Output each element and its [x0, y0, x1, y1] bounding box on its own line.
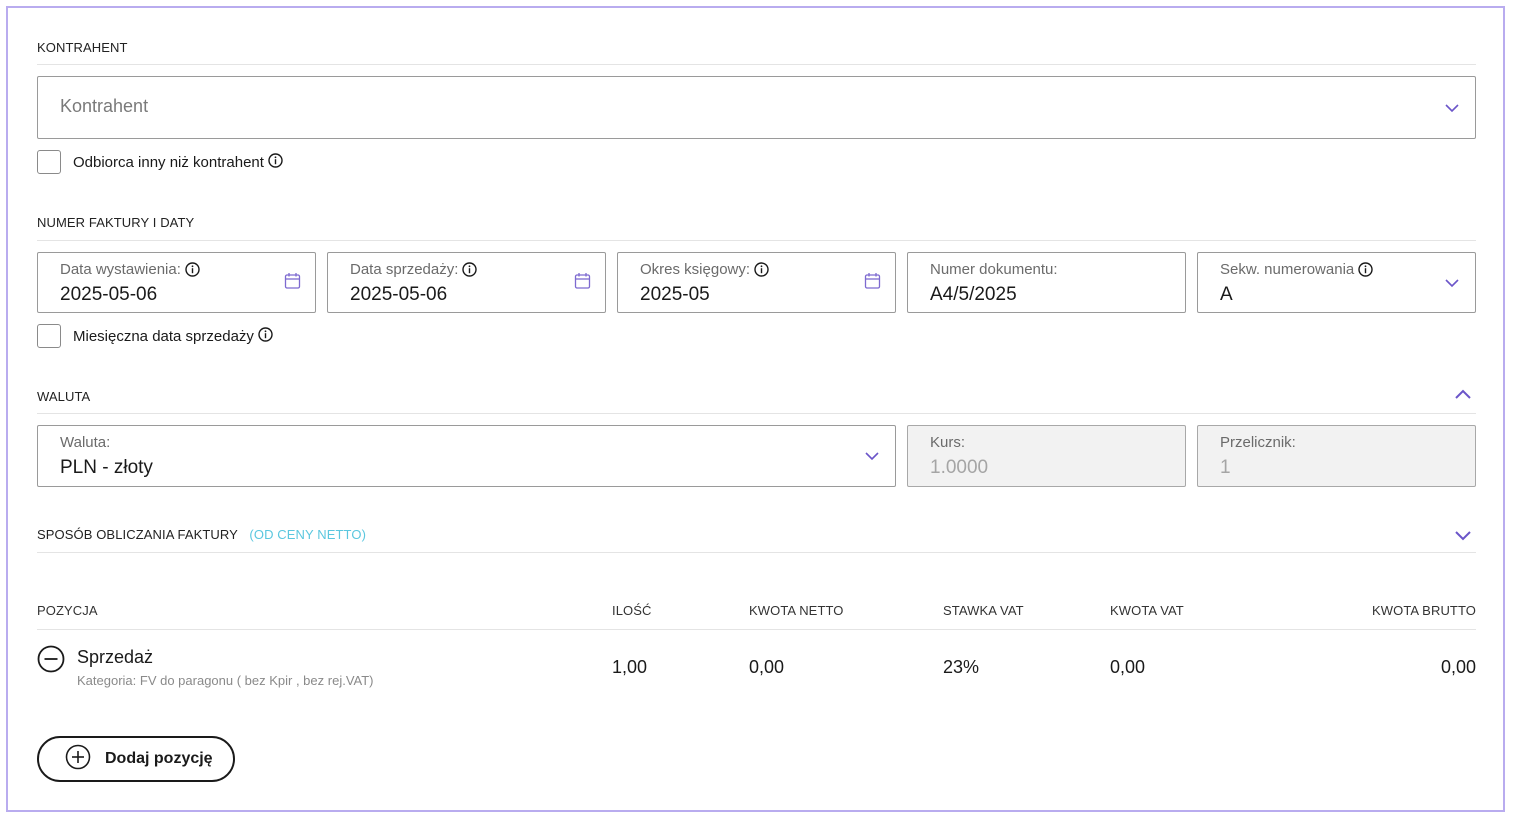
data-sprzedazy-label: Data sprzedaży:	[350, 261, 459, 278]
plus-circle-icon	[65, 744, 91, 775]
przelicznik-field: Przelicznik: 1	[1197, 425, 1476, 487]
add-position-label: Dodaj pozycję	[105, 750, 213, 767]
header-kwota-vat: KWOTA VAT	[1110, 603, 1184, 618]
divider	[37, 64, 1476, 65]
header-pozycja: POZYCJA	[37, 603, 98, 618]
odbiorca-label: Odbiorca inny niż kontrahent	[73, 153, 264, 171]
chevron-down-icon[interactable]	[1443, 274, 1461, 297]
przelicznik-value: 1	[1220, 457, 1231, 478]
row-kwota-netto: 0,00	[749, 657, 785, 677]
sposob-title: SPOSÓB OBLICZANIA FAKTURY	[37, 527, 238, 542]
chevron-down-icon[interactable]	[1453, 526, 1473, 549]
waluta-label: Waluta:	[60, 434, 111, 451]
info-icon[interactable]	[462, 262, 478, 277]
sekw-numerowania-label: Sekw. numerowania	[1220, 261, 1355, 278]
odbiorca-row: Odbiorca inny niż kontrahent	[37, 150, 283, 174]
numer-dokumentu-field[interactable]: Numer dokumentu: A4/5/2025	[907, 252, 1186, 313]
chevron-down-icon[interactable]	[1443, 99, 1461, 122]
przelicznik-label: Przelicznik:	[1220, 434, 1296, 451]
kurs-field: Kurs: 1.0000	[907, 425, 1186, 487]
okres-ksiegowy-value: 2025-05	[640, 284, 710, 305]
data-sprzedazy-value: 2025-05-06	[350, 284, 448, 305]
odbiorca-checkbox[interactable]	[37, 150, 61, 174]
row-ilosc: 1,00	[612, 657, 648, 677]
divider	[37, 413, 1476, 414]
section-title-waluta: WALUTA	[37, 389, 91, 404]
calendar-icon[interactable]	[574, 272, 591, 295]
waluta-select[interactable]: Waluta: PLN - złoty	[37, 425, 896, 487]
kontrahent-placeholder: Kontrahent	[60, 96, 149, 116]
data-wystawienia-label: Data wystawienia:	[60, 261, 181, 278]
data-wystawienia-field[interactable]: Data wystawienia: 2025-05-06	[37, 252, 316, 313]
header-kwota-brutto: KWOTA BRUTTO	[1371, 603, 1476, 618]
minus-circle-icon[interactable]	[37, 645, 65, 678]
sposob-tag: (OD CENY NETTO)	[249, 527, 367, 542]
header-ilosc: ILOŚĆ	[612, 603, 652, 618]
kontrahent-select[interactable]: Kontrahent	[37, 76, 1476, 139]
row-category: Kategoria: FV do paragonu ( bez Kpir , b…	[77, 673, 374, 688]
kurs-label: Kurs:	[930, 434, 966, 451]
info-icon[interactable]	[258, 326, 273, 342]
header-stawka-vat: STAWKA VAT	[943, 603, 1024, 618]
data-sprzedazy-field[interactable]: Data sprzedaży: 2025-05-06	[327, 252, 606, 313]
miesieczna-checkbox[interactable]	[37, 324, 61, 348]
chevron-up-icon[interactable]	[1453, 386, 1473, 409]
divider	[37, 552, 1476, 553]
chevron-down-icon[interactable]	[863, 447, 881, 470]
section-title-sposob: SPOSÓB OBLICZANIA FAKTURY (OD CENY NETTO…	[37, 527, 366, 542]
row-kwota-brutto: 0,00	[1440, 657, 1476, 677]
add-position-button[interactable]: Dodaj pozycję	[37, 736, 235, 782]
divider	[37, 240, 1476, 241]
section-title-kontrahent: KONTRAHENT	[37, 40, 128, 55]
row-name: Sprzedaż	[77, 647, 154, 667]
sekw-numerowania-value: A	[1220, 284, 1233, 305]
okres-ksiegowy-label: Okres księgowy:	[640, 261, 751, 278]
numer-dokumentu-label: Numer dokumentu:	[930, 261, 1058, 278]
waluta-value: PLN - złoty	[60, 457, 153, 478]
okres-ksiegowy-field[interactable]: Okres księgowy: 2025-05	[617, 252, 896, 313]
info-icon[interactable]	[1358, 262, 1373, 277]
section-title-numer: NUMER FAKTURY I DATY	[37, 215, 195, 230]
kurs-value: 1.0000	[930, 457, 989, 478]
info-icon[interactable]	[185, 262, 200, 277]
numer-dokumentu-value: A4/5/2025	[930, 284, 1017, 305]
info-icon[interactable]	[754, 262, 769, 277]
miesieczna-row: Miesięczna data sprzedaży	[37, 324, 273, 348]
divider	[37, 629, 1476, 630]
row-stawka-vat: 23%	[943, 657, 980, 677]
data-wystawienia-value: 2025-05-06	[60, 284, 158, 305]
info-icon[interactable]	[268, 152, 283, 168]
calendar-icon[interactable]	[284, 272, 301, 295]
miesieczna-label: Miesięczna data sprzedaży	[73, 327, 254, 345]
calendar-icon[interactable]	[864, 272, 881, 295]
header-kwota-netto: KWOTA NETTO	[749, 603, 844, 618]
sekw-numerowania-select[interactable]: Sekw. numerowania A	[1197, 252, 1476, 313]
row-kwota-vat: 0,00	[1110, 657, 1146, 677]
